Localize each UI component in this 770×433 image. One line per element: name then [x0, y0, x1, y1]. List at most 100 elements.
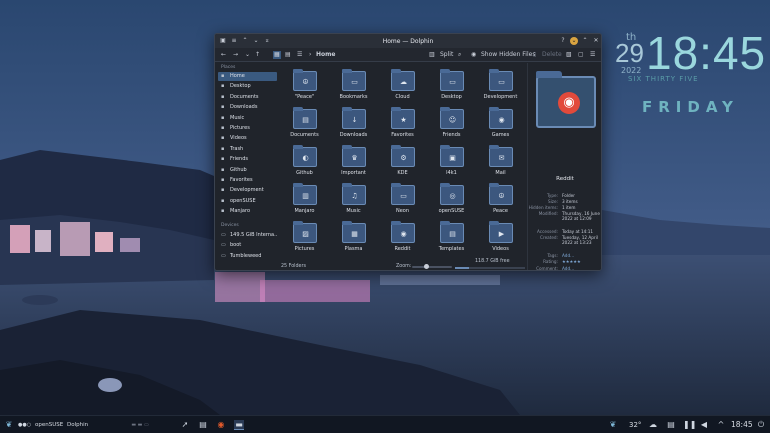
sidebar-item-friends[interactable]: ▪ Friends [218, 155, 277, 164]
clock-time: 18:45 [646, 27, 767, 79]
folder-emblem-icon: ✉ [498, 154, 505, 162]
sidebar-item-downloads[interactable]: ▪ Downloads [218, 103, 277, 112]
folder-item[interactable]: ▥ Manjaro [282, 183, 327, 221]
sidebar-item-trash[interactable]: ▪ Trash [218, 145, 277, 154]
folder-label: Cloud [395, 94, 410, 100]
search-icon[interactable]: ⌕ [458, 51, 461, 59]
folder-emblem-icon: ↓ [351, 116, 358, 124]
folder-item[interactable]: ◐ Github [282, 145, 327, 183]
folder-item[interactable]: ▭ Bookmarks [331, 69, 376, 107]
folder-item[interactable]: ☮ "Peace" [282, 69, 327, 107]
history-icon[interactable]: ⌄ [245, 51, 250, 59]
info-value: Thursday, 16 June 2022 at 12:09 [562, 211, 600, 221]
zoom-slider-handle[interactable] [424, 264, 429, 269]
folder-item[interactable]: ▣ l4k1 [429, 145, 474, 183]
folder-item[interactable]: ⚙ KDE [380, 145, 425, 183]
firefox-icon[interactable]: ◉ [216, 420, 226, 430]
folder-item[interactable]: ☺ Friends [429, 107, 474, 145]
delete-button[interactable]: Delete [542, 51, 562, 59]
expand-tray-icon[interactable]: ^ [716, 420, 726, 430]
sidebar-item-favorites[interactable]: ▪ Favorites [218, 176, 277, 185]
folder-item[interactable]: ♛ Important [331, 145, 376, 183]
folder-item[interactable]: ☁ Cloud [380, 69, 425, 107]
folder-emblem-icon: ▭ [498, 78, 505, 86]
folder-item[interactable]: ▦ Plasma [331, 221, 376, 259]
folder-item[interactable]: ▤ Documents [282, 107, 327, 145]
maximize-button[interactable]: ⌃ [581, 37, 589, 45]
panel-toggle-icon[interactable]: ▧ [566, 51, 572, 59]
folder-item[interactable]: ▶ Videos [478, 221, 523, 259]
folder-emblem-icon: ▣ [449, 154, 456, 162]
folder-item[interactable]: ◉ Reddit [380, 221, 425, 259]
minimize-button[interactable]: ⌄ [570, 37, 578, 45]
desktop-name[interactable]: openSUSE [35, 419, 63, 431]
sidebar-item-manjaro[interactable]: ▪ Manjaro [218, 207, 277, 216]
sidebar-item-home[interactable]: ▪ Home [218, 72, 277, 81]
sidebar-item-videos[interactable]: ▪ Videos [218, 134, 277, 143]
folder-item[interactable]: ▭ Neon [380, 183, 425, 221]
volume-icon[interactable]: ◀ [699, 420, 709, 430]
up-button[interactable]: ↑ [255, 51, 260, 59]
folder-item[interactable]: ▤ Templates [429, 221, 474, 259]
sidebar-item-documents[interactable]: ▪ Documents [218, 93, 277, 102]
device-item[interactable]: ▭ 149.5 GiB Interna... [218, 231, 277, 240]
folder-item[interactable]: ▭ Desktop [429, 69, 474, 107]
folder-item[interactable]: ↓ Downloads [331, 107, 376, 145]
folder-item[interactable]: ★ Favorites [380, 107, 425, 145]
folder-icon: ◐ [293, 145, 317, 167]
sidebar-item-label: Trash [230, 145, 244, 152]
power-icon[interactable]: ⏻ [756, 420, 766, 430]
menu-icon[interactable]: ☰ [590, 51, 595, 59]
forward-button[interactable]: → [233, 51, 238, 59]
show-hidden-files-button[interactable]: Show Hidden Files [481, 51, 535, 59]
dolphin-task-icon[interactable]: ▬ [234, 420, 244, 430]
sidebar-item-github[interactable]: ▪ Github [218, 166, 277, 175]
folder-item[interactable]: ▭ Development [478, 69, 523, 107]
clipboard-icon[interactable]: ▤ [666, 420, 676, 430]
details-view-icon[interactable]: ☰ [297, 51, 302, 59]
folder-emblem-icon: ◐ [302, 154, 309, 162]
info-value[interactable]: Add... [562, 266, 601, 270]
sidebar-item-pictures[interactable]: ▪ Pictures [218, 124, 277, 133]
close-button[interactable]: ✕ [592, 37, 600, 45]
info-value[interactable]: Add... [562, 253, 601, 258]
info-row: Rating: ★★★★★ [528, 259, 601, 265]
folder-emblem-icon: ▭ [449, 78, 456, 86]
folder-label: Mail [495, 170, 506, 176]
folder-item[interactable]: ✉ Mail [478, 145, 523, 183]
terminal-icon[interactable]: ▤ [198, 420, 208, 430]
pause-icon[interactable]: ❚❚ [683, 420, 696, 430]
opensuse-icon[interactable]: ❦ [608, 420, 618, 430]
split-button[interactable]: Split [440, 51, 453, 59]
folder-item[interactable]: ☮ Peace [478, 183, 523, 221]
compact-view-icon[interactable]: ▤ [285, 51, 291, 59]
star-icon: ▪ [221, 177, 225, 183]
active-task-title[interactable]: Dolphin [67, 419, 88, 431]
back-button[interactable]: ← [221, 51, 226, 59]
pager-icon[interactable]: ●●○ [18, 420, 31, 430]
device-item[interactable]: ▭ boot [218, 241, 277, 250]
sidebar-item-desktop[interactable]: ▪ Desktop [218, 82, 277, 91]
folder-item[interactable]: ▨ Pictures [282, 221, 327, 259]
folder-item[interactable]: ◎ openSUSE [429, 183, 474, 221]
weather-temperature[interactable]: 32° [629, 419, 641, 431]
icons-view-icon[interactable]: ▦ [273, 51, 281, 59]
breadcrumb-home[interactable]: Home [316, 51, 335, 59]
application-launcher-icon[interactable]: ❦ [4, 420, 14, 430]
zoom-slider[interactable] [412, 264, 452, 269]
sidebar-item-opensuse[interactable]: ▪ openSUSE [218, 197, 277, 206]
terminal-icon[interactable]: ▢ [578, 51, 584, 59]
sidebar-item-development[interactable]: ▪ Development [218, 186, 277, 195]
help-icon[interactable]: ? [559, 37, 567, 45]
folder-icon: ◉ [489, 107, 513, 129]
pager-desktops[interactable]: ▬ ▬ ▭ [120, 420, 160, 430]
sidebar-item-music[interactable]: ▪ Music [218, 114, 277, 123]
window-titlebar[interactable]: ▣ ≡ ⌃ ⌄ ⌅ Home — Dolphin ? ⌄ ⌃ ✕ [215, 34, 601, 48]
arrow-icon[interactable]: ➚ [180, 420, 190, 430]
cloud-icon[interactable]: ☁ [648, 420, 658, 430]
device-item[interactable]: ▭ Tumbleweed [218, 252, 277, 261]
info-value[interactable]: ★★★★★ [562, 259, 601, 264]
folder-item[interactable]: ♫ Music [331, 183, 376, 221]
panel-clock[interactable]: 18:45 [731, 419, 753, 431]
folder-item[interactable]: ◉ Games [478, 107, 523, 145]
